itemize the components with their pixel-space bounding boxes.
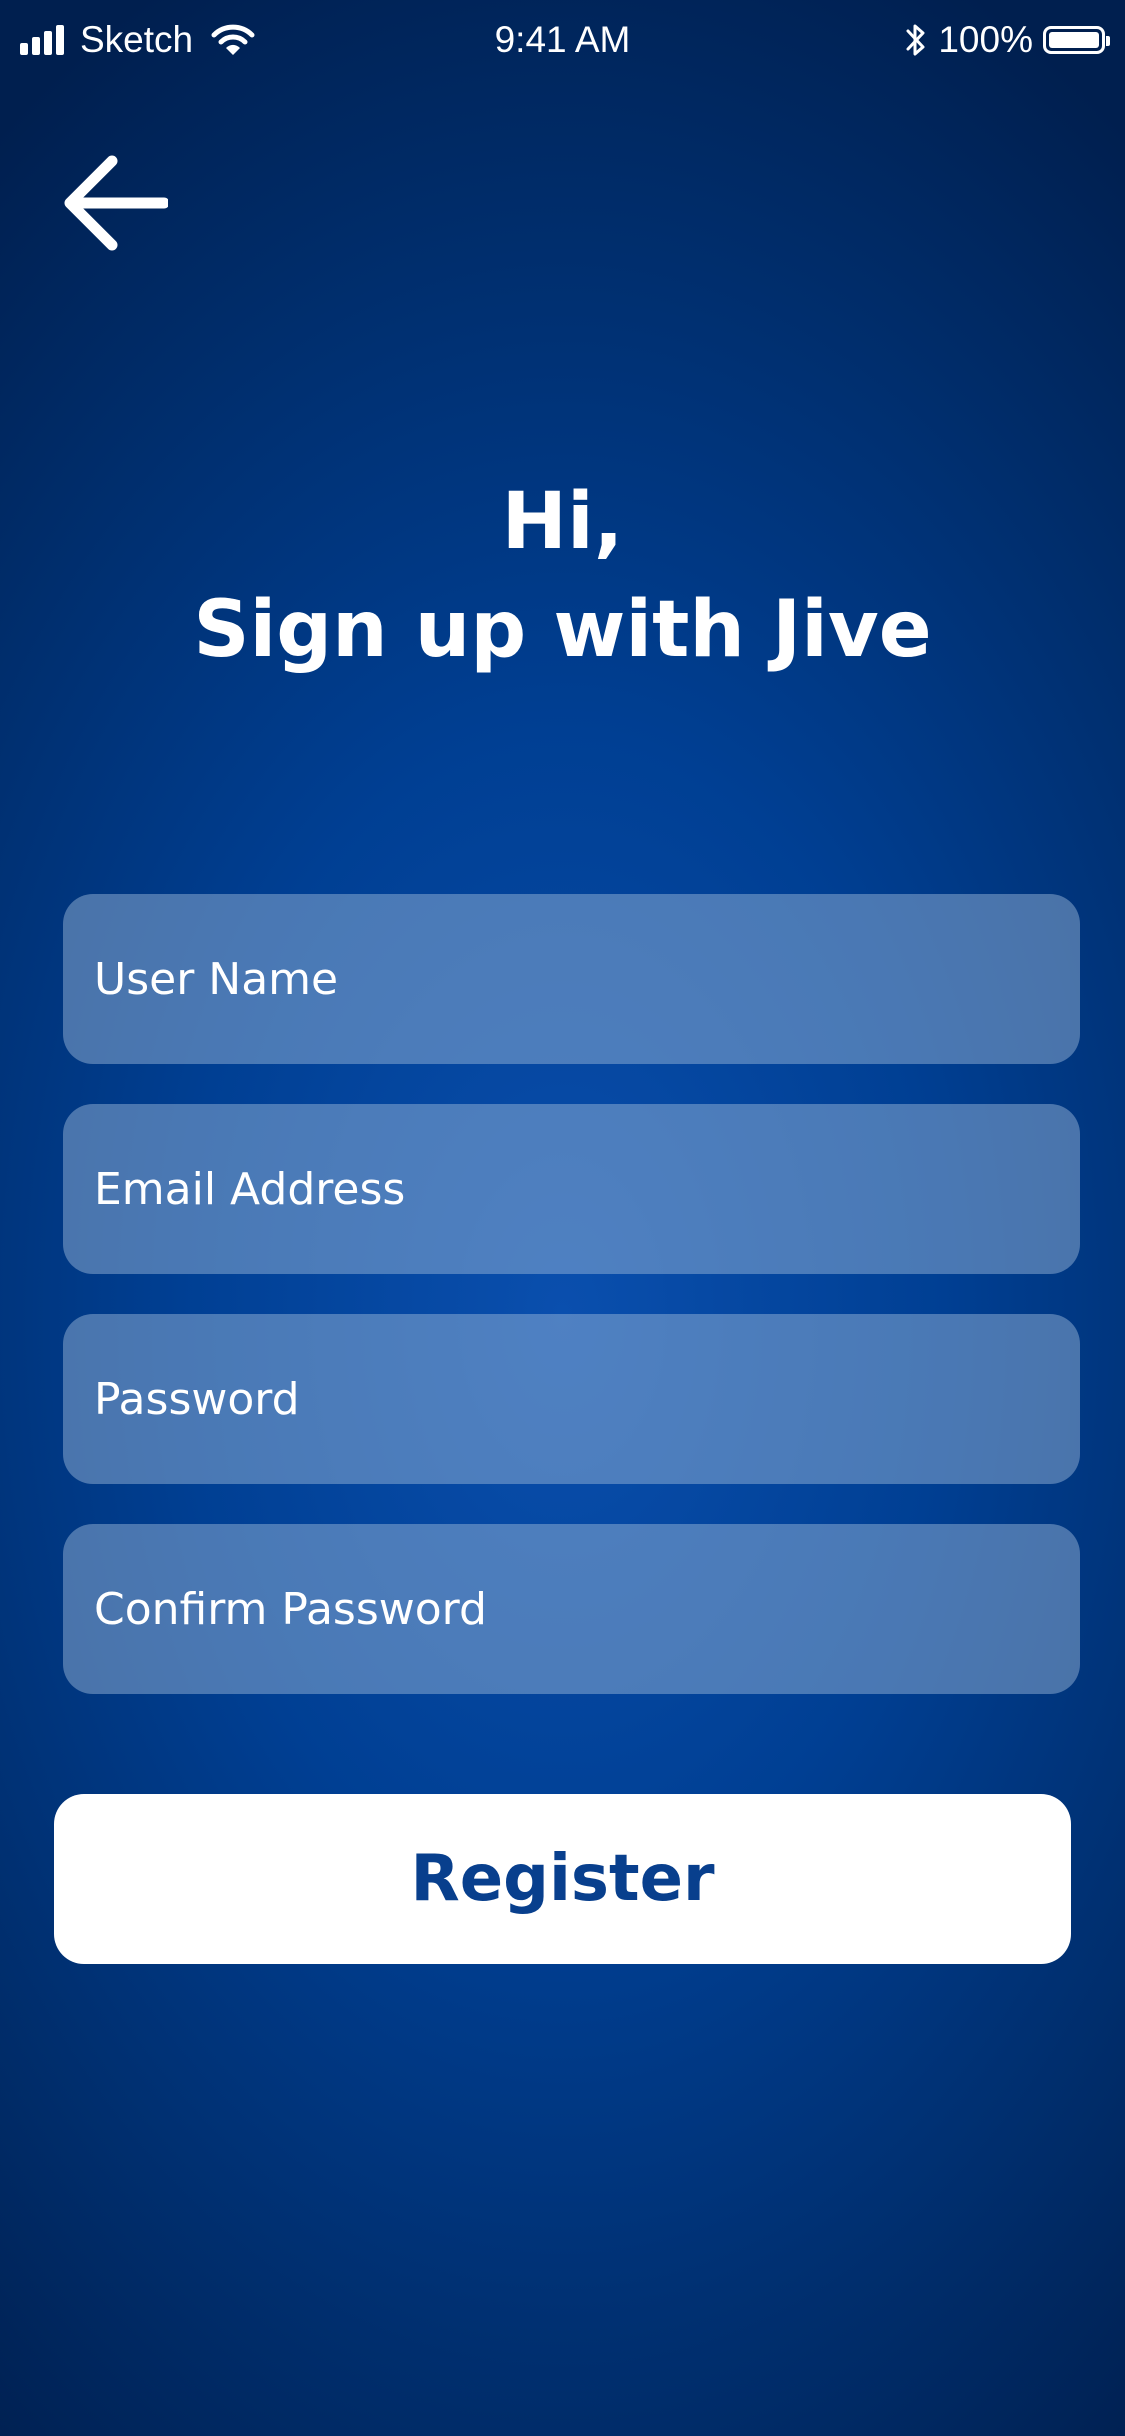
register-button[interactable]: Register (54, 1794, 1071, 1964)
confirm-password-input[interactable] (94, 1583, 1049, 1635)
page-title: Hi, Sign up with Jive (0, 468, 1125, 684)
battery-percent: 100% (938, 19, 1033, 60)
back-button[interactable] (58, 148, 174, 258)
password-field[interactable] (63, 1314, 1080, 1484)
username-input[interactable] (94, 953, 1049, 1005)
username-field[interactable] (63, 894, 1080, 1064)
sign-up-title-text: Sign up with Jive (193, 585, 932, 675)
confirm-password-field[interactable] (63, 1524, 1080, 1694)
email-field[interactable] (63, 1104, 1080, 1274)
arrow-left-icon (64, 155, 168, 251)
greeting-text: Hi, (501, 477, 624, 567)
battery-icon (1043, 26, 1110, 54)
bluetooth-icon (906, 24, 925, 56)
battery-level-fill (1049, 32, 1099, 48)
sign-up-screen: Sketch 9:41 AM 100% Hi, Sign up with Jiv… (0, 0, 1125, 2436)
email-input[interactable] (94, 1163, 1049, 1215)
password-input[interactable] (94, 1373, 1049, 1425)
status-right: 100% (904, 18, 1110, 62)
status-bar: Sketch 9:41 AM 100% (0, 0, 1125, 80)
